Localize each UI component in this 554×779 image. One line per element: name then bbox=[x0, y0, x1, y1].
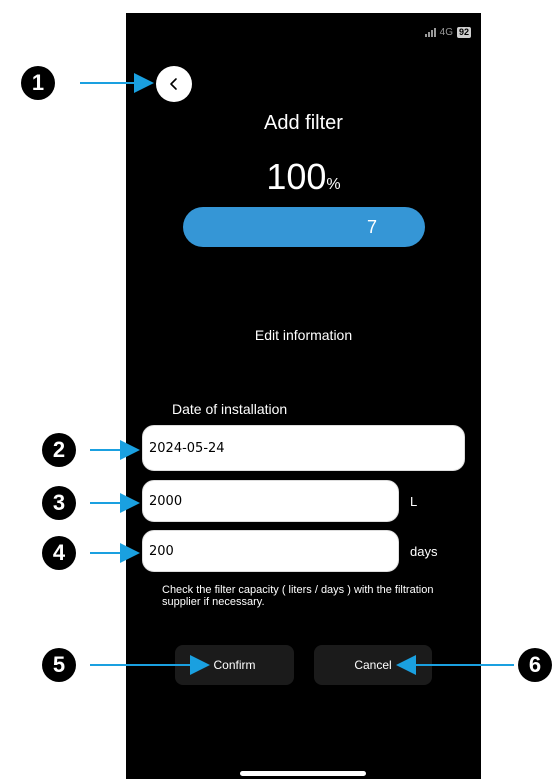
annotation-marker-1: 1 bbox=[21, 66, 55, 100]
battery-icon: 92 bbox=[456, 27, 471, 38]
annotation-marker-5: 5 bbox=[42, 648, 76, 682]
edit-information-heading: Edit information bbox=[254, 327, 353, 343]
confirm-button[interactable]: Confirm bbox=[175, 645, 294, 685]
percent-value: 100 bbox=[266, 156, 327, 197]
filter-percent: 100% bbox=[126, 156, 481, 198]
phone-screen: 4G 92 Add filter 100% 7 Edit information… bbox=[126, 13, 481, 779]
network-label: 4G bbox=[439, 27, 453, 38]
percent-unit: % bbox=[326, 176, 341, 193]
date-label: Date of installation bbox=[172, 401, 288, 417]
filter-progress-bar: 7 bbox=[183, 207, 425, 247]
annotation-marker-6: 6 bbox=[518, 648, 552, 682]
days-field[interactable]: 200 bbox=[142, 530, 399, 572]
capacity-hint: Check the filter capacity ( liters / day… bbox=[162, 584, 434, 608]
page-title: Add filter bbox=[264, 112, 343, 134]
chevron-left-icon bbox=[170, 78, 177, 90]
back-button[interactable] bbox=[156, 66, 192, 102]
annotation-marker-4: 4 bbox=[42, 536, 76, 570]
progress-value: 7 bbox=[366, 217, 377, 237]
annotation-marker-3: 3 bbox=[42, 486, 76, 520]
liters-field[interactable]: 2000 bbox=[142, 480, 399, 522]
home-indicator[interactable] bbox=[240, 771, 366, 776]
signal-icon bbox=[424, 28, 436, 37]
liters-unit: L bbox=[410, 494, 418, 509]
cancel-button[interactable]: Cancel bbox=[314, 645, 432, 685]
days-unit: days bbox=[410, 544, 438, 559]
date-field[interactable]: 2024-05-24 bbox=[142, 425, 465, 471]
status-bar: 4G 92 bbox=[424, 27, 471, 38]
annotation-marker-2: 2 bbox=[42, 433, 76, 467]
